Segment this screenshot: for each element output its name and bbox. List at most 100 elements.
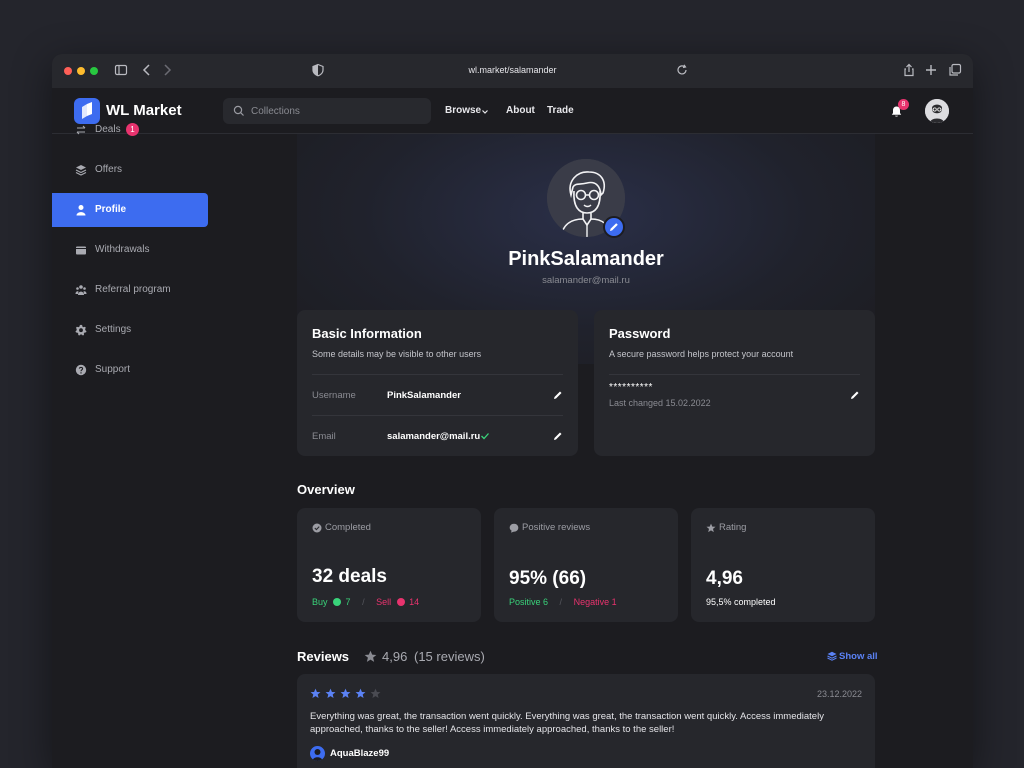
new-tab-icon[interactable] — [924, 63, 938, 77]
browser-toolbar: wl.market/salamander — [52, 54, 973, 88]
buy-arrow-icon — [333, 598, 342, 606]
users-icon — [75, 285, 87, 295]
nav-trade[interactable]: Trade — [547, 105, 574, 116]
edit-username-icon[interactable] — [553, 390, 563, 400]
star-filled-icon — [340, 688, 351, 699]
star-filled-icon — [325, 688, 336, 699]
nav-about[interactable]: About — [506, 105, 535, 116]
email-label: Email — [312, 431, 336, 442]
divider — [312, 374, 563, 375]
sidebar-item-withdrawals[interactable]: Withdrawals — [52, 233, 208, 267]
search-box[interactable] — [223, 98, 431, 124]
username-label: Username — [312, 390, 356, 401]
email-value: salamander@mail.ru — [387, 431, 481, 442]
basic-information-card: Basic Information Some details may be vi… — [297, 310, 578, 456]
wallet-icon — [76, 246, 86, 255]
completion-rate: 95,5% completed — [706, 597, 776, 607]
sell-count: 14 — [409, 597, 420, 607]
sidebar-item-label: Deals — [95, 124, 121, 135]
swap-arrows-icon — [76, 125, 86, 135]
review-text: Everything was great, the transaction we… — [310, 711, 824, 735]
star-empty-icon — [370, 688, 381, 699]
review-date: 23.12.2022 — [816, 689, 862, 699]
sidebar-item-offers[interactable]: Offers — [52, 153, 208, 187]
edit-avatar-button[interactable] — [603, 216, 625, 238]
verified-check-icon — [481, 433, 489, 440]
browser-window: wl.market/salamander WL Market Browse Ab… — [52, 54, 973, 768]
sidebar-item-referral[interactable]: Referral program — [52, 273, 208, 307]
reviews-breakdown: Positive 6 / Negative 1 — [509, 597, 617, 607]
help-icon — [75, 364, 87, 376]
sidebar-item-label: Profile — [95, 204, 127, 215]
nav-browse[interactable]: Browse — [445, 105, 481, 116]
user-icon — [76, 205, 86, 216]
card-subtitle: Some details may be visible to other use… — [312, 349, 482, 359]
sidebar-item-profile[interactable]: Profile — [52, 193, 208, 227]
positive-reviews-stat-card: Positive reviews 95% (66) Positive 6 / N… — [494, 508, 678, 622]
positive-reviews-value: 95% (66) — [509, 568, 587, 589]
chat-bubble-icon — [509, 523, 519, 533]
sidebar-item-support[interactable]: Support — [52, 353, 208, 387]
reviews-count: (15 reviews) — [414, 649, 485, 664]
stat-label: Positive reviews — [522, 522, 591, 533]
layers-icon — [75, 165, 87, 176]
separator: / — [559, 597, 563, 607]
app: WL Market Browse About Trade 8 Deals 1 — [52, 88, 973, 768]
gear-icon — [75, 324, 87, 336]
layers-icon[interactable] — [827, 651, 837, 661]
chevron-down-icon[interactable] — [481, 108, 489, 116]
negative-count: Negative 1 — [573, 597, 617, 607]
deals-badge: 1 — [126, 123, 139, 136]
overview-title: Overview — [297, 482, 355, 497]
edit-password-icon[interactable] — [850, 390, 860, 400]
separator: / — [362, 597, 365, 607]
rating-stat-card: Rating 4,96 95,5% completed — [691, 508, 875, 622]
reviewer-name[interactable]: AquaBlaze99 — [330, 748, 389, 759]
star-icon — [706, 523, 716, 533]
search-icon — [233, 105, 244, 116]
divider — [609, 374, 860, 375]
review-card: 23.12.2022 Everything was great, the tra… — [297, 674, 875, 768]
sidebar-item-label: Offers — [95, 164, 123, 175]
sidebar-item-label: Support — [95, 364, 131, 375]
profile-name: PinkSalamander — [508, 248, 664, 270]
password-last-changed: Last changed 15.02.2022 — [609, 398, 711, 408]
sell-arrow-icon — [396, 598, 405, 606]
masked-password: ********** — [609, 382, 653, 393]
profile-email: salamander@mail.ru — [542, 275, 630, 286]
star-icon — [364, 650, 377, 662]
card-title: Password — [609, 326, 671, 341]
completed-stat-card: Completed 32 deals Buy 7 / Sell 14 — [297, 508, 481, 622]
star-filled-icon — [355, 688, 366, 699]
sidebar-item-label: Withdrawals — [95, 244, 150, 255]
reload-icon[interactable] — [675, 63, 689, 77]
show-all-reviews-link[interactable]: Show all — [839, 651, 878, 662]
positive-count: Positive 6 — [509, 597, 549, 607]
edit-email-icon[interactable] — [553, 431, 563, 441]
card-title: Basic Information — [312, 326, 422, 341]
sidebar-item-settings[interactable]: Settings — [52, 313, 208, 347]
divider — [312, 415, 563, 416]
notification-badge: 8 — [898, 99, 909, 110]
reviewer-avatar[interactable] — [310, 746, 325, 761]
share-icon[interactable] — [902, 63, 916, 77]
search-input[interactable] — [251, 98, 421, 124]
reviews-rating: 4,96 — [382, 649, 408, 664]
tabs-overview-icon[interactable] — [948, 63, 962, 77]
sidebar-item-label: Settings — [95, 324, 132, 335]
rating-value: 4,96 — [706, 568, 743, 589]
pencil-icon — [610, 223, 618, 231]
star-filled-icon — [310, 688, 321, 699]
reviews-title: Reviews — [297, 649, 350, 664]
user-avatar[interactable] — [925, 99, 949, 123]
username-value: PinkSalamander — [387, 390, 461, 401]
buy-count: 7 — [345, 597, 351, 607]
card-subtitle: A secure password helps protect your acc… — [609, 349, 794, 359]
check-circle-icon — [312, 523, 322, 533]
stat-label: Completed — [325, 522, 371, 533]
sell-label: Sell — [376, 597, 392, 607]
sidebar-item-deals[interactable]: Deals 1 — [52, 113, 208, 147]
deals-count: 32 deals — [312, 566, 387, 587]
stat-label: Rating — [719, 522, 747, 533]
address-bar[interactable]: wl.market/salamander — [52, 65, 973, 75]
